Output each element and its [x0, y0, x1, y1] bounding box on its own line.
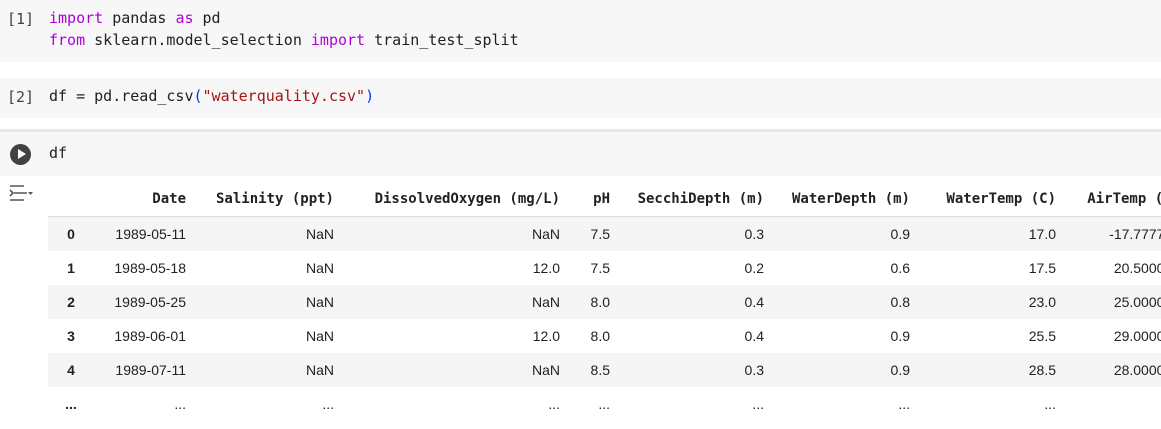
table-cell: 0.4	[744, 294, 764, 310]
table-cell: 28.000000	[1113, 362, 1161, 378]
table-cell: 1989-05-25	[114, 294, 186, 310]
code-token: df = pd.read_csv	[49, 87, 194, 105]
table-cell: NaN	[305, 294, 334, 310]
table-cell: NaN	[531, 226, 560, 242]
table-cell: 0.4	[744, 328, 764, 344]
table-cell: 29.000000	[1113, 328, 1161, 344]
code-cell-1[interactable]: [1] import pandas as pd from sklearn.mode…	[0, 0, 1161, 62]
index-header	[48, 182, 94, 217]
table-cell: ...	[174, 396, 186, 412]
code-token: import	[310, 31, 366, 49]
column-header: AirTemp (C)	[1062, 182, 1161, 217]
table-cell: ...	[1044, 396, 1056, 412]
row-index: 0	[67, 226, 75, 242]
row-index: 1	[67, 260, 75, 276]
table-cell: NaN	[531, 294, 560, 310]
table-cell: ...	[598, 396, 610, 412]
table-cell: NaN	[305, 226, 334, 242]
table-cell: 17.0	[1028, 226, 1056, 242]
table-cell: 7.5	[590, 260, 610, 276]
dataframe-output: Date Salinity (ppt) DissolvedOxygen (mg/L)…	[48, 182, 1161, 421]
column-header: pH	[566, 182, 616, 217]
table-row: 4 1989-07-11 NaN NaN 8.5 0.3 0.9 28.5 28.000000	[48, 353, 1161, 387]
column-header: Salinity (ppt)	[192, 182, 340, 217]
table-cell: 8.0	[590, 328, 610, 344]
table-cell: NaN	[305, 362, 334, 378]
table-cell: 17.5	[1028, 260, 1056, 276]
table-cell: 7.5	[590, 226, 610, 242]
table-cell: 8.0	[590, 294, 610, 310]
code-token: sklearn.model_selection	[85, 31, 311, 49]
code-token: df	[49, 144, 68, 162]
column-header: SecchiDepth (m)	[616, 182, 770, 217]
table-cell: 0.2	[744, 260, 764, 276]
column-header: Date	[94, 182, 192, 217]
table-cell: NaN	[305, 328, 334, 344]
column-header: WaterDepth (m)	[770, 182, 916, 217]
table-row: ...........................	[48, 387, 1161, 421]
code-editor[interactable]: df	[49, 142, 67, 164]
table-cell: 25.5	[1028, 328, 1056, 344]
row-index: 4	[67, 362, 75, 378]
table-row: 0 1989-05-11 NaN NaN 7.5 0.3 0.9 17.0 -17.777778	[48, 216, 1161, 251]
code-line: import pandas as pd	[49, 7, 519, 29]
code-token: )	[365, 87, 375, 105]
table-cell: 0.9	[890, 328, 910, 344]
table-cell: ...	[548, 396, 560, 412]
row-index: 2	[67, 294, 75, 310]
code-cell-3[interactable]: df	[0, 129, 1161, 176]
table-cell: ...	[322, 396, 334, 412]
table-cell: 23.0	[1028, 294, 1056, 310]
code-token: as	[175, 9, 194, 27]
code-line: from sklearn.model_selection import trai…	[49, 29, 519, 51]
table-cell: 0.3	[744, 226, 764, 242]
row-index: 3	[67, 328, 75, 344]
table-cell: 0.3	[744, 362, 764, 378]
table-cell: 1989-06-01	[114, 328, 186, 344]
table-cell: 0.8	[890, 294, 910, 310]
table-cell: 0.6	[890, 260, 910, 276]
code-token: pd	[193, 9, 221, 27]
table-cell: 0.9	[890, 362, 910, 378]
code-token: (	[193, 87, 203, 105]
table-row: 3 1989-06-01 NaN 12.0 8.0 0.4 0.9 25.5 29.000000	[48, 319, 1161, 353]
code-editor[interactable]: import pandas as pd from sklearn.model_se…	[49, 7, 519, 51]
table-cell: 12.0	[532, 260, 560, 276]
code-line: df = pd.read_csv("waterquality.csv")	[49, 85, 374, 107]
table-cell: 1989-05-11	[115, 226, 186, 242]
table-header-row: Date Salinity (ppt) DissolvedOxygen (mg/L)…	[48, 182, 1161, 217]
code-token: "waterquality.csv"	[202, 87, 366, 105]
table-cell: 20.500000	[1113, 260, 1161, 276]
cell-prompt: [1]	[7, 10, 35, 28]
column-header: DissolvedOxygen (mg/L)	[340, 182, 566, 217]
code-token: pandas	[103, 9, 176, 27]
code-token: from	[49, 31, 86, 49]
code-cell-2[interactable]: [2] df = pd.read_csv("waterquality.csv")	[0, 78, 1161, 118]
table-cell: 0.9	[890, 226, 910, 242]
row-index: ...	[65, 396, 77, 412]
table-cell: ...	[1062, 387, 1161, 421]
table-cell: ...	[898, 396, 910, 412]
table-cell: 12.0	[532, 328, 560, 344]
output-toggle-icon[interactable]	[8, 181, 34, 205]
code-token: train_test_split	[365, 31, 519, 49]
table-cell: 28.5	[1028, 362, 1056, 378]
table-cell: 8.5	[590, 362, 610, 378]
code-line: df	[49, 142, 67, 164]
table-cell: 25.000000	[1113, 294, 1161, 310]
code-editor[interactable]: df = pd.read_csv("waterquality.csv")	[49, 85, 374, 107]
table-row: 1 1989-05-18 NaN 12.0 7.5 0.2 0.6 17.5 20.500000	[48, 251, 1161, 285]
table-cell: ...	[752, 396, 764, 412]
run-cell-icon[interactable]	[10, 144, 31, 165]
table-row: 2 1989-05-25 NaN NaN 8.0 0.4 0.8 23.0 25.000000	[48, 285, 1161, 319]
table-cell: NaN	[305, 260, 334, 276]
code-token: import	[49, 9, 104, 27]
table-cell: 1989-05-18	[114, 260, 186, 276]
cell-prompt: [2]	[7, 88, 35, 106]
table-cell: 1989-07-11	[115, 362, 186, 378]
table-cell: NaN	[531, 362, 560, 378]
table-cell: -17.777778	[1109, 226, 1161, 242]
column-header: WaterTemp (C)	[916, 182, 1062, 217]
